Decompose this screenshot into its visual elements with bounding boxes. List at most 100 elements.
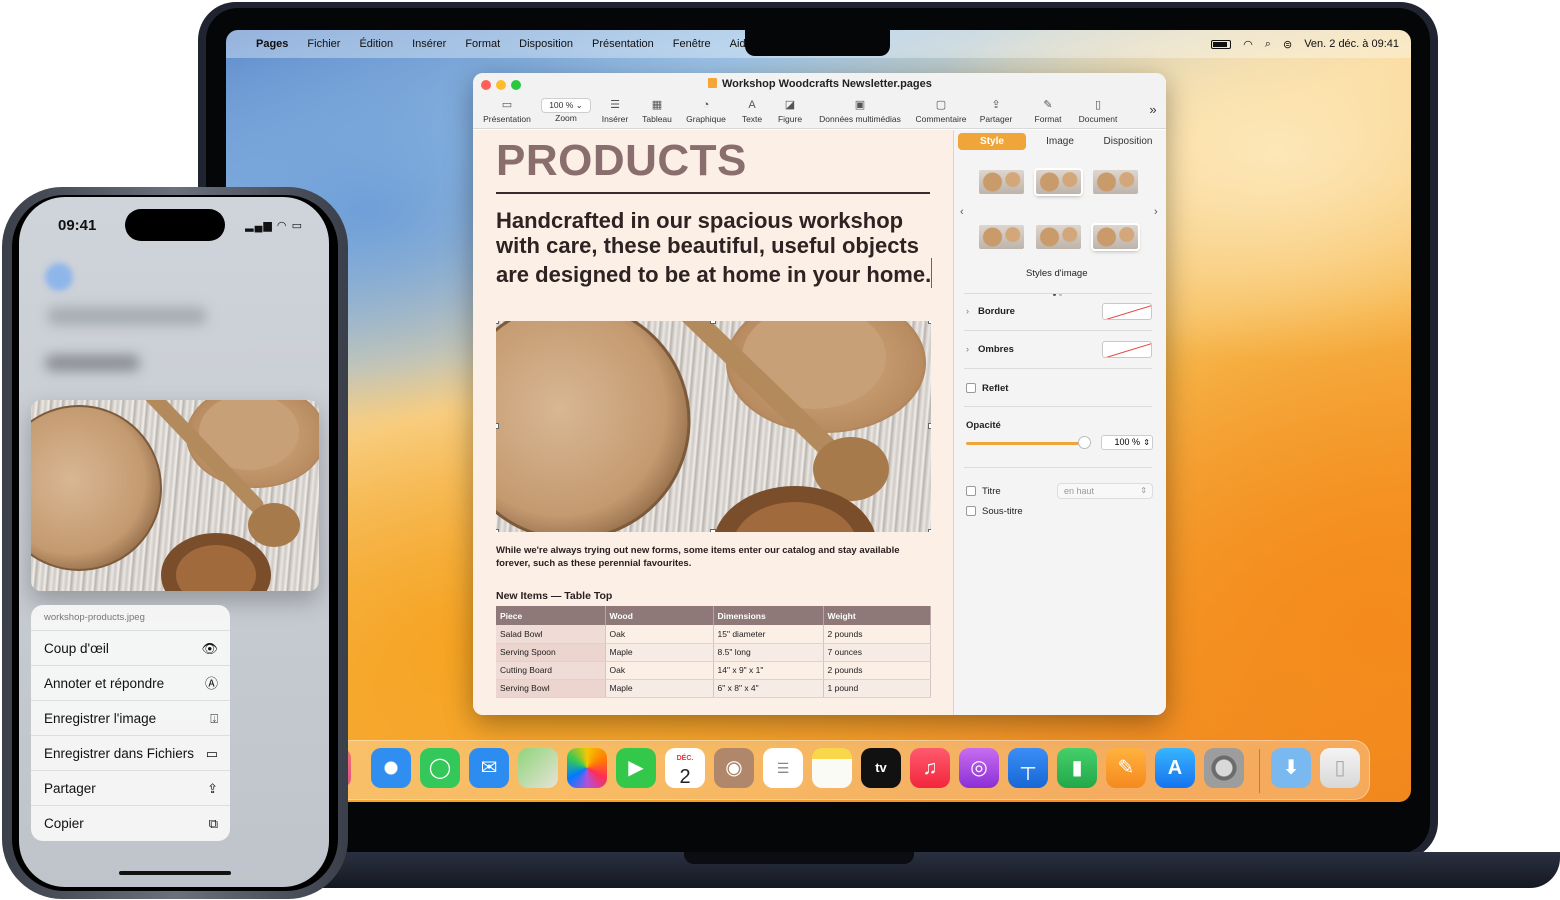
podcasts-icon[interactable]: ◎ [959, 748, 999, 788]
wifi-icon[interactable]: ◠ [1243, 38, 1253, 51]
table-cell[interactable]: 14" x 9" x 1" [713, 661, 824, 680]
toolbar-comment-button[interactable]: ▢ Commentaire [911, 97, 971, 124]
toolbar-document-button[interactable]: ▯ Document [1074, 97, 1122, 124]
calendar-icon[interactable]: DÉC. 2 [665, 748, 705, 788]
menu-disposition[interactable]: Disposition [519, 38, 573, 50]
image-style-thumbnail[interactable] [979, 225, 1024, 249]
pages-icon[interactable]: ✎ [1106, 748, 1146, 788]
menu-edition[interactable]: Édition [359, 38, 393, 50]
document-body-text[interactable]: While we're always trying out new forms,… [496, 544, 926, 570]
music-icon[interactable]: ♫ [910, 748, 950, 788]
menu-format[interactable]: Format [465, 38, 500, 50]
toolbar-presentation-button[interactable]: ▭ Présentation [479, 97, 535, 124]
chevron-left-icon[interactable]: ‹ [960, 206, 964, 218]
image-style-thumbnail[interactable] [979, 170, 1024, 194]
table-cell[interactable]: 15" diameter [713, 625, 824, 644]
keynote-icon[interactable]: ┬ [1008, 748, 1048, 788]
border-swatch[interactable] [1102, 303, 1152, 320]
disclosure-chevron-icon[interactable]: › [966, 306, 969, 316]
menu-fenetre[interactable]: Fenêtre [673, 38, 711, 50]
opacity-field[interactable]: 100 % ⇕ [1101, 435, 1153, 450]
notes-icon[interactable] [812, 748, 852, 788]
mail-icon[interactable]: ✉ [469, 748, 509, 788]
page-dots[interactable] [1053, 283, 1067, 296]
menu-fichier[interactable]: Fichier [307, 38, 340, 50]
toolbar-table-button[interactable]: ▦ Tableau [638, 97, 676, 124]
resize-handle[interactable] [928, 529, 931, 532]
opacity-slider-knob[interactable] [1078, 436, 1091, 449]
table-cell[interactable]: Serving Bowl [496, 679, 606, 698]
subtitle-checkbox[interactable] [966, 506, 976, 516]
toolbar-format-button[interactable]: ✎ Format [1023, 97, 1073, 124]
battery-icon[interactable] [1211, 39, 1232, 49]
menu-bar-clock[interactable]: Ven. 2 déc. à 09:41 [1304, 38, 1399, 50]
reflection-checkbox[interactable] [966, 383, 976, 393]
close-window-button[interactable] [481, 80, 491, 90]
minimize-window-button[interactable] [496, 80, 506, 90]
table-cell[interactable]: 6" x 8" x 4" [713, 679, 824, 698]
menu-app-name[interactable]: Pages [256, 38, 288, 50]
resize-handle[interactable] [496, 423, 499, 429]
table-cell[interactable]: 8.5" long [713, 643, 824, 662]
search-icon[interactable]: ⌕ [1265, 38, 1271, 51]
facetime-icon[interactable]: ▶ [616, 748, 656, 788]
caption-position-select[interactable]: en haut ⇕ [1057, 483, 1153, 499]
contacts-icon[interactable]: ◉ [714, 748, 754, 788]
table-title[interactable]: New Items — Table Top [496, 590, 612, 602]
disclosure-chevron-icon[interactable]: › [966, 344, 969, 354]
table-cell[interactable]: Cutting Board [496, 661, 606, 680]
table-cell[interactable]: Serving Spoon [496, 643, 606, 662]
trash-icon[interactable]: ▯ [1320, 748, 1360, 788]
reminders-icon[interactable]: ☰ [763, 748, 803, 788]
menu-inserer[interactable]: Insérer [412, 38, 446, 50]
window-titlebar[interactable]: Workshop Woodcrafts Newsletter.pages [473, 73, 1166, 97]
menu-presentation[interactable]: Présentation [592, 38, 654, 50]
app-store-icon[interactable]: A [1155, 748, 1195, 788]
tab-disposition[interactable]: Disposition [1094, 133, 1162, 150]
document-title[interactable]: PRODUCTS [496, 136, 747, 186]
tv-icon[interactable]: tv [861, 748, 901, 788]
table-cell[interactable]: 2 pounds [823, 661, 931, 680]
downloads-folder-icon[interactable]: ⬇ [1271, 748, 1311, 788]
toolbar-overflow-chevron-icon[interactable]: » [1145, 102, 1161, 117]
table-header-cell[interactable]: Piece [496, 606, 606, 625]
table-cell[interactable]: Maple [605, 679, 714, 698]
numbers-icon[interactable]: ▮ [1057, 748, 1097, 788]
maps-icon[interactable] [518, 748, 558, 788]
shadow-swatch[interactable] [1102, 341, 1152, 358]
table-cell[interactable]: Salad Bowl [496, 625, 606, 644]
border-label[interactable]: Bordure [978, 306, 1015, 317]
toolbar-insert-button[interactable]: ☰ Insérer [597, 97, 633, 124]
table-header-cell[interactable]: Weight [823, 606, 931, 625]
home-indicator[interactable] [119, 871, 231, 875]
tab-style[interactable]: Style [958, 133, 1026, 150]
table-cell[interactable]: 7 ounces [823, 643, 931, 662]
system-settings-icon[interactable] [1204, 748, 1244, 788]
tab-image[interactable]: Image [1026, 133, 1094, 150]
table-header-cell[interactable]: Wood [605, 606, 714, 625]
zoom-window-button[interactable] [511, 80, 521, 90]
resize-handle[interactable] [710, 321, 716, 324]
toolbar-media-button[interactable]: ▣ Données multimédias [812, 97, 908, 124]
shadow-label[interactable]: Ombres [978, 344, 1014, 355]
stepper-icon[interactable]: ⇕ [1143, 436, 1150, 449]
menu-item-share[interactable]: Partager ⇪ [31, 771, 230, 806]
resize-handle[interactable] [928, 423, 931, 429]
messages-icon[interactable]: ◯ [420, 748, 460, 788]
products-table[interactable]: Piece Wood Dimensions Weight Salad Bowl … [496, 606, 931, 698]
resize-handle[interactable] [710, 529, 716, 532]
chevron-right-icon[interactable]: › [1154, 206, 1158, 218]
image-preview[interactable] [31, 400, 319, 591]
image-style-thumbnail[interactable] [1091, 223, 1140, 251]
control-center-icon[interactable]: ⊜ [1283, 38, 1292, 51]
resize-handle[interactable] [496, 529, 499, 532]
menu-item-markup[interactable]: Annoter et répondre Ⓐ [31, 666, 230, 701]
menu-item-save-to-files[interactable]: Enregistrer dans Fichiers ▭ [31, 736, 230, 771]
photos-icon[interactable] [567, 748, 607, 788]
toolbar-shape-button[interactable]: ◪ Figure [772, 97, 808, 124]
toolbar-share-button[interactable]: ⇪ Partager [976, 97, 1016, 124]
document-lead-text[interactable]: Handcrafted in our spacious workshop wit… [496, 208, 936, 288]
table-cell[interactable]: Oak [605, 661, 714, 680]
menu-item-quick-look[interactable]: Coup d'œil 👁 [31, 631, 230, 666]
opacity-slider[interactable] [966, 442, 1084, 445]
